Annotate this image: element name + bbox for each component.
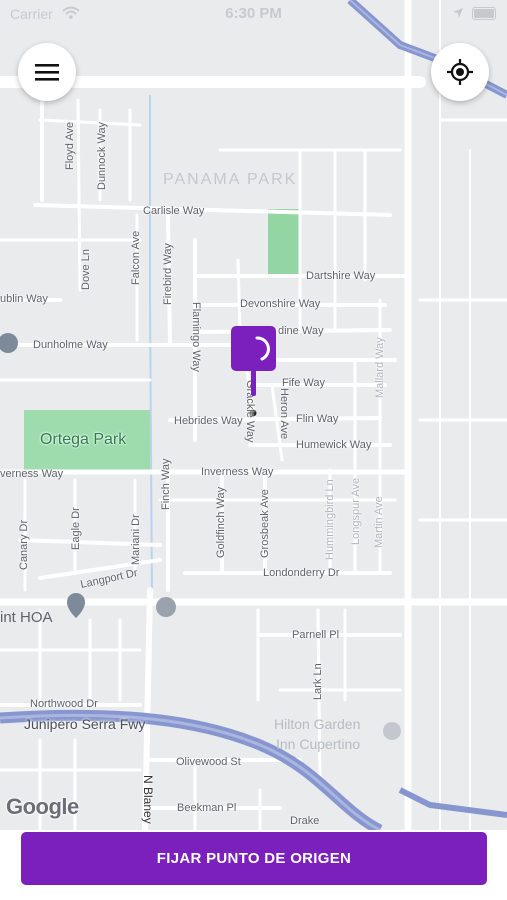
street-label: Mallard Way — [374, 337, 386, 398]
street-label: Grosbeak Ave — [259, 489, 271, 558]
battery-icon — [472, 7, 496, 20]
street-label: Northwood Dr — [30, 698, 98, 710]
google-logo: Google — [6, 794, 79, 819]
location-arrow-icon — [453, 8, 463, 18]
street-label: Longspur Ave — [350, 477, 362, 545]
pin-head — [231, 326, 276, 371]
poi-hotel-label-2: Inn Cupertino — [276, 736, 361, 752]
street-label: ublin Way — [0, 293, 48, 305]
highway-label: Junipero Serra Fwy — [24, 716, 146, 732]
pin-stick — [251, 370, 256, 396]
street-label: Dunholme Way — [33, 339, 108, 351]
street-label: Finch Way — [160, 458, 172, 510]
street-label: Dove Ln — [80, 249, 92, 290]
status-time: 6:30 PM — [225, 5, 282, 22]
street-label: Heron Ave — [278, 388, 290, 440]
street-label: Dartshire Way — [306, 270, 376, 282]
area-label: PANAMA PARK — [163, 171, 298, 188]
green-area — [268, 209, 300, 274]
street-label: Martin Ave — [373, 496, 385, 548]
street-label: Beekman Pl — [177, 802, 237, 814]
set-origin-label: FIJAR PUNTO DE ORIGEN — [156, 850, 352, 867]
street-label: N Blaney — [141, 775, 155, 824]
street-label: Floyd Ave — [64, 121, 76, 170]
street-label: Olivewood St — [176, 756, 241, 768]
street-label: Mariani Dr — [130, 514, 142, 565]
poi-hotel-label-1: Hilton Garden — [274, 716, 361, 732]
street-label: Drake — [290, 815, 320, 827]
street-label: Falcon Ave — [130, 230, 142, 285]
street-label: dine Way — [278, 325, 324, 337]
street-label: Firebird Way — [162, 243, 174, 305]
street-label: Eagle Dr — [70, 507, 82, 550]
street-label: Goldfinch Way — [215, 486, 227, 558]
street-label: Inverness Way — [201, 466, 274, 478]
set-origin-button[interactable]: FIJAR PUNTO DE ORIGEN — [21, 832, 487, 885]
map-view[interactable]: PANAMA PARK Ortega Park int HOA Hilton G… — [0, 0, 507, 830]
street-label: Devonshire Way — [240, 298, 321, 310]
street-label: Dunnock Way — [96, 121, 108, 190]
my-location-icon — [447, 59, 473, 85]
street-label: Flin Way — [296, 413, 339, 425]
street-label: Carlisle Way — [143, 205, 205, 217]
status-bar: Carrier 6:30 PM — [0, 0, 507, 28]
street-label: verness Way — [0, 468, 64, 480]
hamburger-menu-icon — [35, 64, 59, 81]
street-label: Londonderry Dr — [263, 567, 340, 579]
poi-hoa-label: int HOA — [0, 609, 53, 626]
street-label: Humewick Way — [296, 439, 372, 451]
loading-spinner-icon — [255, 336, 270, 361]
street-label: Hebrides Way — [174, 415, 243, 427]
park-label: Ortega Park — [40, 431, 127, 448]
street-label: Flamingo Way — [190, 302, 202, 372]
street-label: Canary Dr — [18, 519, 30, 570]
street-label: Lark Ln — [312, 663, 324, 700]
street-label: Parnell Pl — [292, 629, 340, 641]
street-label: Hummingbird Ln — [324, 479, 336, 560]
my-location-button[interactable] — [431, 43, 489, 101]
menu-button[interactable] — [18, 43, 76, 101]
origin-pin[interactable] — [231, 326, 277, 396]
